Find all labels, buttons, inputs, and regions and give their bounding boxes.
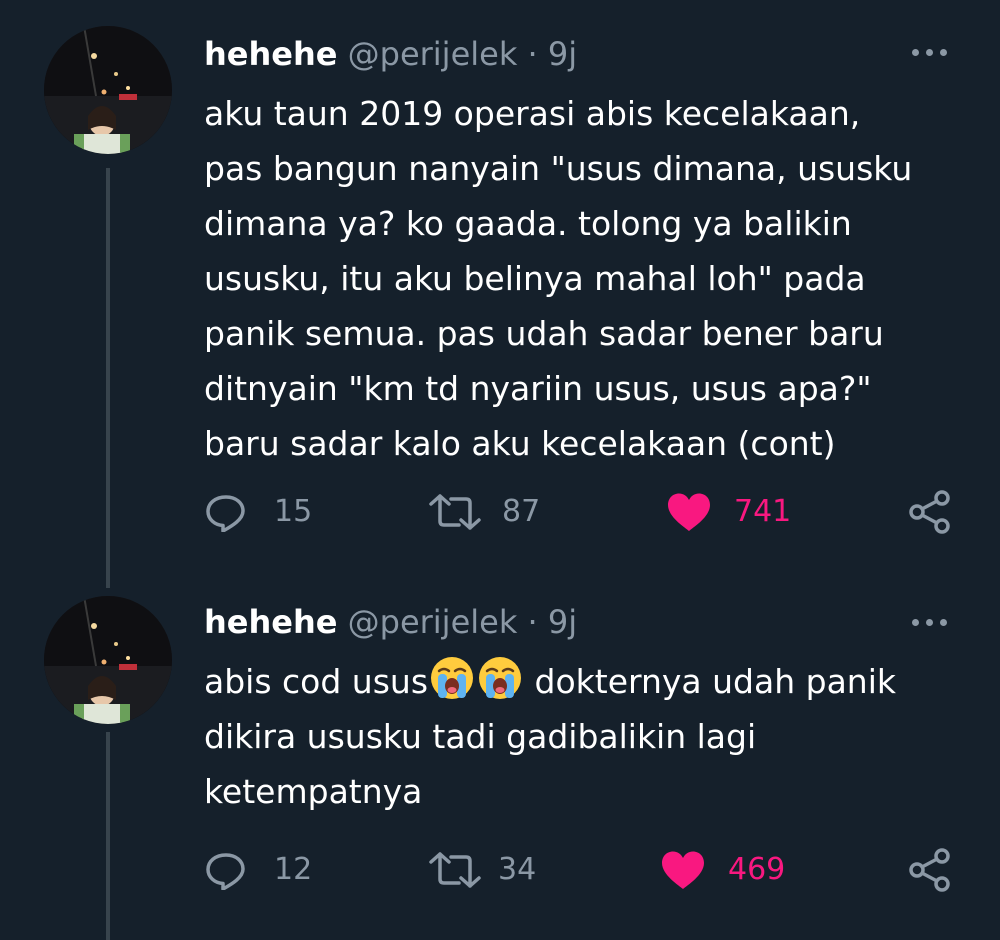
- display-name[interactable]: hehehe: [204, 35, 337, 73]
- tweet[interactable]: hehehe @perijelek · 9j aku taun 2019 ope…: [0, 0, 1000, 580]
- share-button[interactable]: [908, 848, 952, 892]
- like-button[interactable]: 741: [666, 492, 796, 532]
- tweet-header: hehehe @perijelek · 9j: [204, 34, 577, 74]
- tweet-header: hehehe @perijelek · 9j: [204, 602, 577, 642]
- reply-icon: [206, 853, 245, 890]
- share-button[interactable]: [908, 490, 952, 534]
- like-button[interactable]: 469: [660, 850, 790, 890]
- like-count: 741: [734, 494, 792, 529]
- retweet-count: 34: [498, 852, 537, 887]
- reply-count: 15: [274, 494, 313, 529]
- tweet-text-part: abis cod usus: [204, 662, 429, 701]
- more-options-icon[interactable]: [908, 614, 952, 630]
- reply-button[interactable]: 15: [204, 492, 314, 532]
- retweet-button[interactable]: 87: [428, 492, 548, 532]
- loudly-crying-face-icon: [479, 657, 522, 699]
- tweet-text: abis cod usus dokternya udah panik dikir…: [204, 654, 964, 819]
- retweet-icon: [429, 852, 481, 888]
- timestamp[interactable]: 9j: [548, 35, 577, 73]
- share-icon: [909, 490, 950, 534]
- share-icon: [909, 848, 950, 892]
- loudly-crying-face-icon: [431, 657, 474, 699]
- tweet[interactable]: hehehe @perijelek · 9j abis cod usus dok…: [0, 580, 1000, 940]
- like-count: 469: [728, 852, 786, 887]
- retweet-count: 87: [502, 494, 541, 529]
- heart-icon: [662, 851, 704, 889]
- heart-icon: [668, 493, 710, 531]
- display-name[interactable]: hehehe: [204, 603, 337, 641]
- separator: ·: [527, 35, 538, 73]
- tweet-thread: hehehe @perijelek · 9j aku taun 2019 ope…: [0, 0, 1000, 940]
- handle[interactable]: @perijelek: [348, 35, 518, 73]
- separator: ·: [527, 603, 538, 641]
- avatar[interactable]: [44, 596, 172, 724]
- avatar[interactable]: [44, 26, 172, 154]
- reply-count: 12: [274, 852, 313, 887]
- timestamp[interactable]: 9j: [548, 603, 577, 641]
- reply-button[interactable]: 12: [204, 850, 314, 890]
- handle[interactable]: @perijelek: [348, 603, 518, 641]
- more-options-icon[interactable]: [908, 44, 952, 60]
- reply-icon: [206, 495, 245, 532]
- retweet-icon: [429, 494, 481, 530]
- retweet-button[interactable]: 34: [428, 850, 548, 890]
- tweet-text: aku taun 2019 operasi abis kecelakaan, p…: [204, 94, 913, 463]
